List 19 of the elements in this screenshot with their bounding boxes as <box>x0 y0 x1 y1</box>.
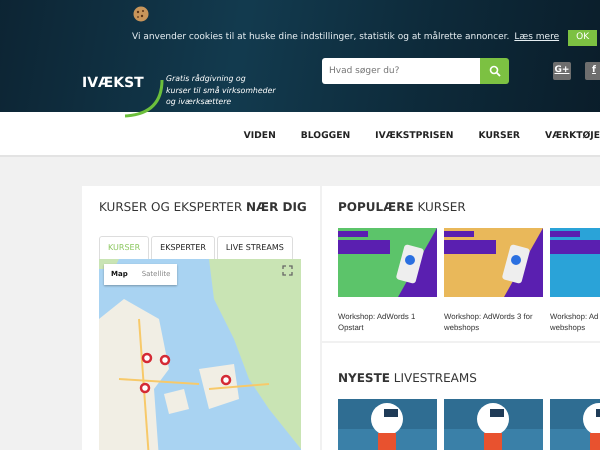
tab[interactable]: EKSPERTER <box>151 236 215 260</box>
nav-link[interactable]: IVÆKSTPRISEN <box>375 128 454 142</box>
search-field[interactable]: Hvad søger du? <box>322 58 480 84</box>
read-more-link[interactable]: Læs mere <box>514 31 560 44</box>
nav-link[interactable]: BLOGGEN <box>300 128 350 142</box>
fullscreen-icon[interactable] <box>282 265 293 276</box>
social-link[interactable]: f <box>585 62 600 80</box>
nav-link[interactable]: VÆRKTØJE <box>544 128 600 142</box>
tab[interactable]: LIVE STREAMS <box>216 236 293 260</box>
logo[interactable]: IVÆKST <box>82 76 144 90</box>
search-button[interactable] <box>480 58 509 84</box>
cookie-message: Vi anvender cookies til at huske dine indstillinger, statistik og at målrette annoncer. <box>132 31 510 44</box>
nav-link[interactable]: VIDEN <box>244 128 276 142</box>
section-title: NYESTE LIVESTREAMS <box>338 371 478 386</box>
cookie-icon <box>133 6 149 22</box>
nav-link[interactable]: KURSER <box>478 128 520 142</box>
section-title: POPULÆRE KURSER <box>338 200 467 214</box>
search-icon <box>488 65 500 77</box>
social-link[interactable]: G+ <box>553 62 571 80</box>
